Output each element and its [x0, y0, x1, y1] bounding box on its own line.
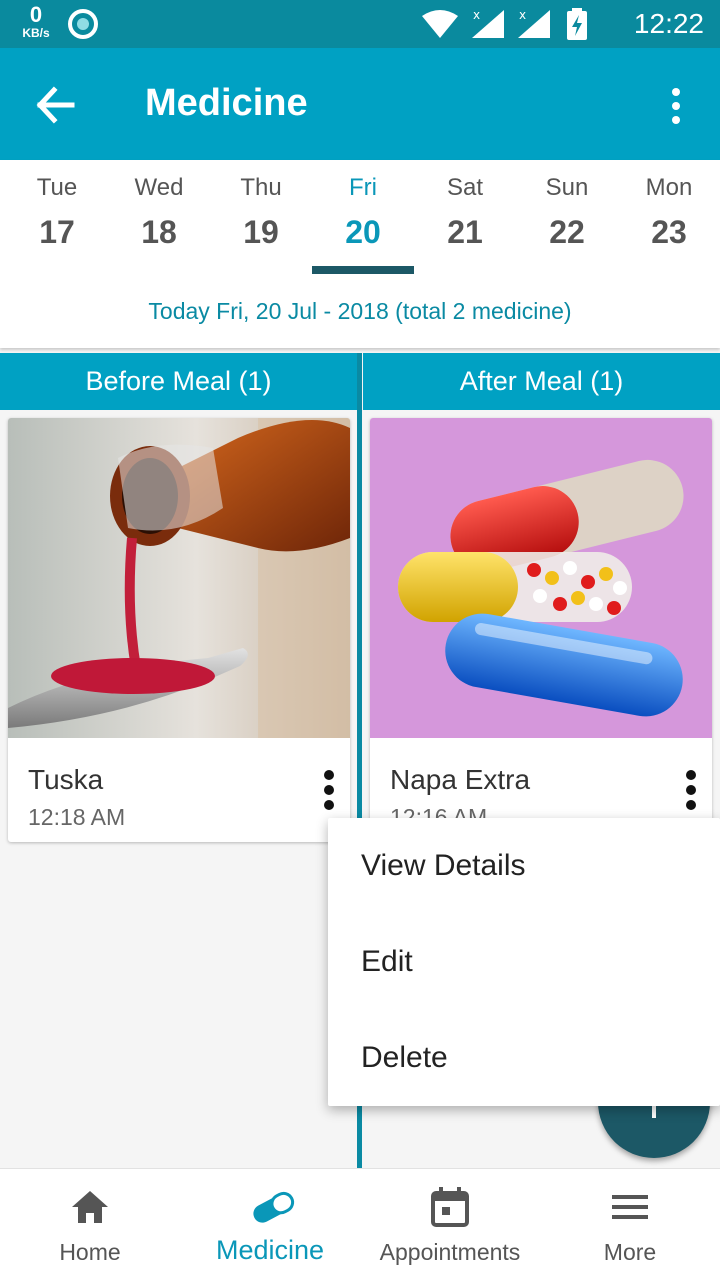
- signal-icon-2: x: [518, 8, 550, 38]
- nav-more[interactable]: More: [540, 1169, 720, 1280]
- nav-medicine[interactable]: Medicine: [180, 1169, 360, 1280]
- day-number: 19: [243, 214, 279, 250]
- medicine-card-tuska[interactable]: Tuska 12:18 AM: [8, 418, 350, 842]
- signal-icon: x: [472, 8, 504, 38]
- network-speed-unit: KB/s: [22, 26, 50, 40]
- battery-charging-icon: [567, 8, 587, 40]
- menu-item-delete[interactable]: Delete: [328, 1010, 720, 1106]
- after-meal-header: After Meal (1): [363, 353, 720, 410]
- network-speed: 0 KB/s: [18, 2, 54, 40]
- back-button[interactable]: [26, 78, 86, 132]
- today-summary: Today Fri, 20 Jul - 2018 (total 2 medici…: [148, 298, 572, 324]
- more-vert-icon: [686, 770, 696, 780]
- selected-day-indicator: [312, 266, 414, 274]
- day-name: Wed: [134, 174, 184, 201]
- day-number: 20: [345, 214, 381, 250]
- calendar-icon: [431, 1187, 469, 1227]
- day-name: Sun: [545, 174, 589, 201]
- pill-icon: [253, 1191, 295, 1223]
- nav-home-label: Home: [59, 1239, 121, 1265]
- nav-medicine-label: Medicine: [215, 1235, 325, 1265]
- date-strip: Tue 17 Wed 18 Thu 19 Fri 20 Sat 21 Sun 2…: [0, 160, 720, 348]
- page-title: Medicine: [145, 82, 308, 124]
- app-bar: Medicine: [0, 48, 720, 160]
- day-sun[interactable]: Sun 22: [516, 174, 618, 251]
- overflow-menu-button[interactable]: [660, 82, 692, 130]
- day-mon[interactable]: Mon 23: [618, 174, 720, 251]
- day-name: Tue: [36, 174, 78, 201]
- status-bar: 0 KB/s x x 12:22: [0, 0, 720, 48]
- day-number: 18: [141, 214, 177, 250]
- day-name: Thu: [240, 174, 282, 201]
- nav-appointments[interactable]: Appointments: [360, 1169, 540, 1280]
- nav-appointments-label: Appointments: [379, 1239, 521, 1265]
- syrup-image: [8, 418, 350, 738]
- nav-more-label: More: [603, 1239, 657, 1265]
- day-number: 22: [549, 214, 585, 250]
- more-vert-icon: [324, 770, 334, 780]
- medicine-time: 12:18 AM: [28, 804, 126, 830]
- card-more-button[interactable]: [314, 768, 344, 812]
- day-name: Fri: [349, 174, 377, 201]
- svg-text:x: x: [519, 8, 526, 22]
- nav-home[interactable]: Home: [0, 1169, 180, 1280]
- card-popup-menu: View Details Edit Delete: [328, 818, 720, 1106]
- day-name: Mon: [645, 174, 693, 201]
- overflow-menu-icon: [672, 88, 680, 96]
- day-tue[interactable]: Tue 17: [6, 174, 108, 251]
- day-sat[interactable]: Sat 21: [414, 174, 516, 251]
- before-meal-header: Before Meal (1): [0, 353, 357, 410]
- day-fri[interactable]: Fri 20: [312, 174, 414, 251]
- sync-icon: [68, 9, 98, 39]
- day-wed[interactable]: Wed 18: [108, 174, 210, 251]
- menu-item-edit[interactable]: Edit: [328, 914, 720, 1010]
- menu-icon: [612, 1195, 648, 1219]
- day-name: Sat: [446, 174, 484, 201]
- card-more-button[interactable]: [676, 768, 706, 812]
- home-icon: [72, 1191, 108, 1223]
- bottom-navigation: Home Medicine Appointments More: [0, 1168, 720, 1280]
- medicine-card-napa-extra[interactable]: Napa Extra 12:16 AM: [370, 418, 712, 842]
- network-speed-value: 0: [29, 2, 43, 27]
- wifi-icon: [422, 10, 458, 38]
- status-clock: 12:22: [633, 8, 704, 39]
- svg-text:x: x: [473, 8, 480, 22]
- arrow-left-icon: [36, 86, 75, 124]
- day-number: 17: [39, 214, 75, 250]
- day-thu[interactable]: Thu 19: [210, 174, 312, 251]
- medicine-name: Napa Extra: [390, 764, 531, 795]
- capsules-image: [370, 418, 712, 738]
- menu-item-view-details[interactable]: View Details: [328, 818, 720, 914]
- day-number: 23: [651, 214, 687, 250]
- medicine-name: Tuska: [28, 764, 104, 795]
- day-number: 21: [447, 214, 483, 250]
